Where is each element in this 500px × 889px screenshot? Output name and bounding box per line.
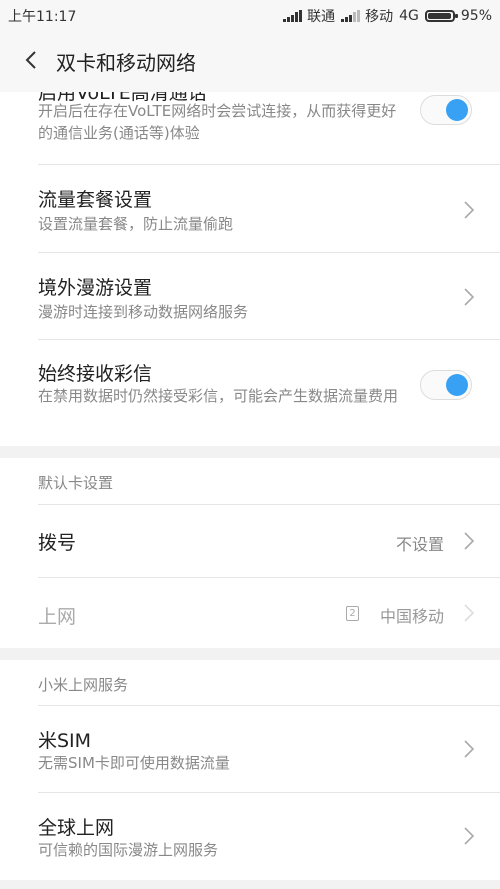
section-label: 小米上网服务 <box>38 676 129 694</box>
global-internet-title: 全球上网 <box>38 817 115 839</box>
network-settings-card: 启用VoLTE高清通话 开启后在存在VoLTE网络时会尝试连接，从而获得更好的通… <box>0 92 500 446</box>
chevron-right-icon <box>464 532 475 550</box>
data-plan-row[interactable]: 流量套餐设置 设置流量套餐，防止流量偷跑 <box>0 165 500 252</box>
volte-toggle[interactable] <box>420 95 472 125</box>
chevron-right-icon <box>464 288 475 306</box>
toggle-knob <box>446 99 468 121</box>
signal-icon <box>283 10 303 22</box>
status-time: 上午11:17 <box>8 9 77 25</box>
dial-label: 拨号 <box>38 532 77 554</box>
internet-label: 上网 <box>38 606 77 628</box>
dial-row[interactable]: 拨号 不设置 <box>0 505 500 577</box>
roaming-title: 境外漫游设置 <box>38 277 153 299</box>
carrier-1: 联通 <box>307 9 336 25</box>
mms-subtitle: 在禁用数据时仍然接受彩信，可能会产生数据流量费用 <box>38 387 399 405</box>
default-card-section: 默认卡设置 拨号 不设置 上网 2 中国移动 <box>0 458 500 648</box>
mi-sim-title: 米SIM <box>38 730 92 752</box>
battery-icon <box>424 10 458 22</box>
mi-sim-row[interactable]: 米SIM 无需SIM卡即可使用数据流量 <box>0 706 500 792</box>
network-type: 4G <box>399 8 419 24</box>
back-arrow-icon[interactable] <box>20 48 44 72</box>
mi-sim-subtitle: 无需SIM卡即可使用数据流量 <box>38 754 230 772</box>
toggle-knob <box>446 374 468 396</box>
internet-value: 中国移动 <box>379 607 444 626</box>
mms-title: 始终接收彩信 <box>38 363 153 385</box>
chevron-right-icon <box>464 604 475 622</box>
mi-service-section: 小米上网服务 米SIM 无需SIM卡即可使用数据流量 全球上网 可信赖的国际漫游… <box>0 660 500 880</box>
status-indicators: 联通 移动 4G 95% <box>283 6 492 26</box>
section-label: 默认卡设置 <box>38 474 114 492</box>
roaming-subtitle: 漫游时连接到移动数据网络服务 <box>38 303 249 321</box>
carrier-2: 移动 <box>365 9 394 25</box>
page-title: 双卡和移动网络 <box>56 51 196 75</box>
global-internet-subtitle: 可信赖的国际漫游上网服务 <box>38 841 219 859</box>
chevron-right-icon <box>464 740 475 758</box>
mms-row[interactable]: 始终接收彩信 在禁用数据时仍然接受彩信，可能会产生数据流量费用 <box>0 340 500 446</box>
mms-toggle[interactable] <box>420 370 472 400</box>
status-bar: 上午11:17 联通 移动 4G 95% <box>0 0 500 30</box>
app-header: 双卡和移动网络 <box>0 30 500 92</box>
chevron-right-icon <box>464 827 475 845</box>
data-plan-title: 流量套餐设置 <box>38 189 153 211</box>
dial-value: 不设置 <box>395 535 444 554</box>
volte-subtitle: 开启后在存在VoLTE网络时会尝试连接，从而获得更好的通信业务(通话等)体验 <box>38 102 397 142</box>
data-plan-subtitle: 设置流量套餐，防止流量偷跑 <box>38 215 234 233</box>
internet-row[interactable]: 上网 2 中国移动 <box>0 578 500 648</box>
battery-percent: 95% <box>460 8 492 24</box>
signal-icon <box>341 10 361 22</box>
sim-2-badge: 2 <box>346 606 359 621</box>
global-internet-row[interactable]: 全球上网 可信赖的国际漫游上网服务 <box>0 793 500 880</box>
chevron-right-icon <box>464 201 475 219</box>
roaming-row[interactable]: 境外漫游设置 漫游时连接到移动数据网络服务 <box>0 253 500 339</box>
volte-row[interactable]: 启用VoLTE高清通话 开启后在存在VoLTE网络时会尝试连接，从而获得更好的通… <box>0 92 500 164</box>
